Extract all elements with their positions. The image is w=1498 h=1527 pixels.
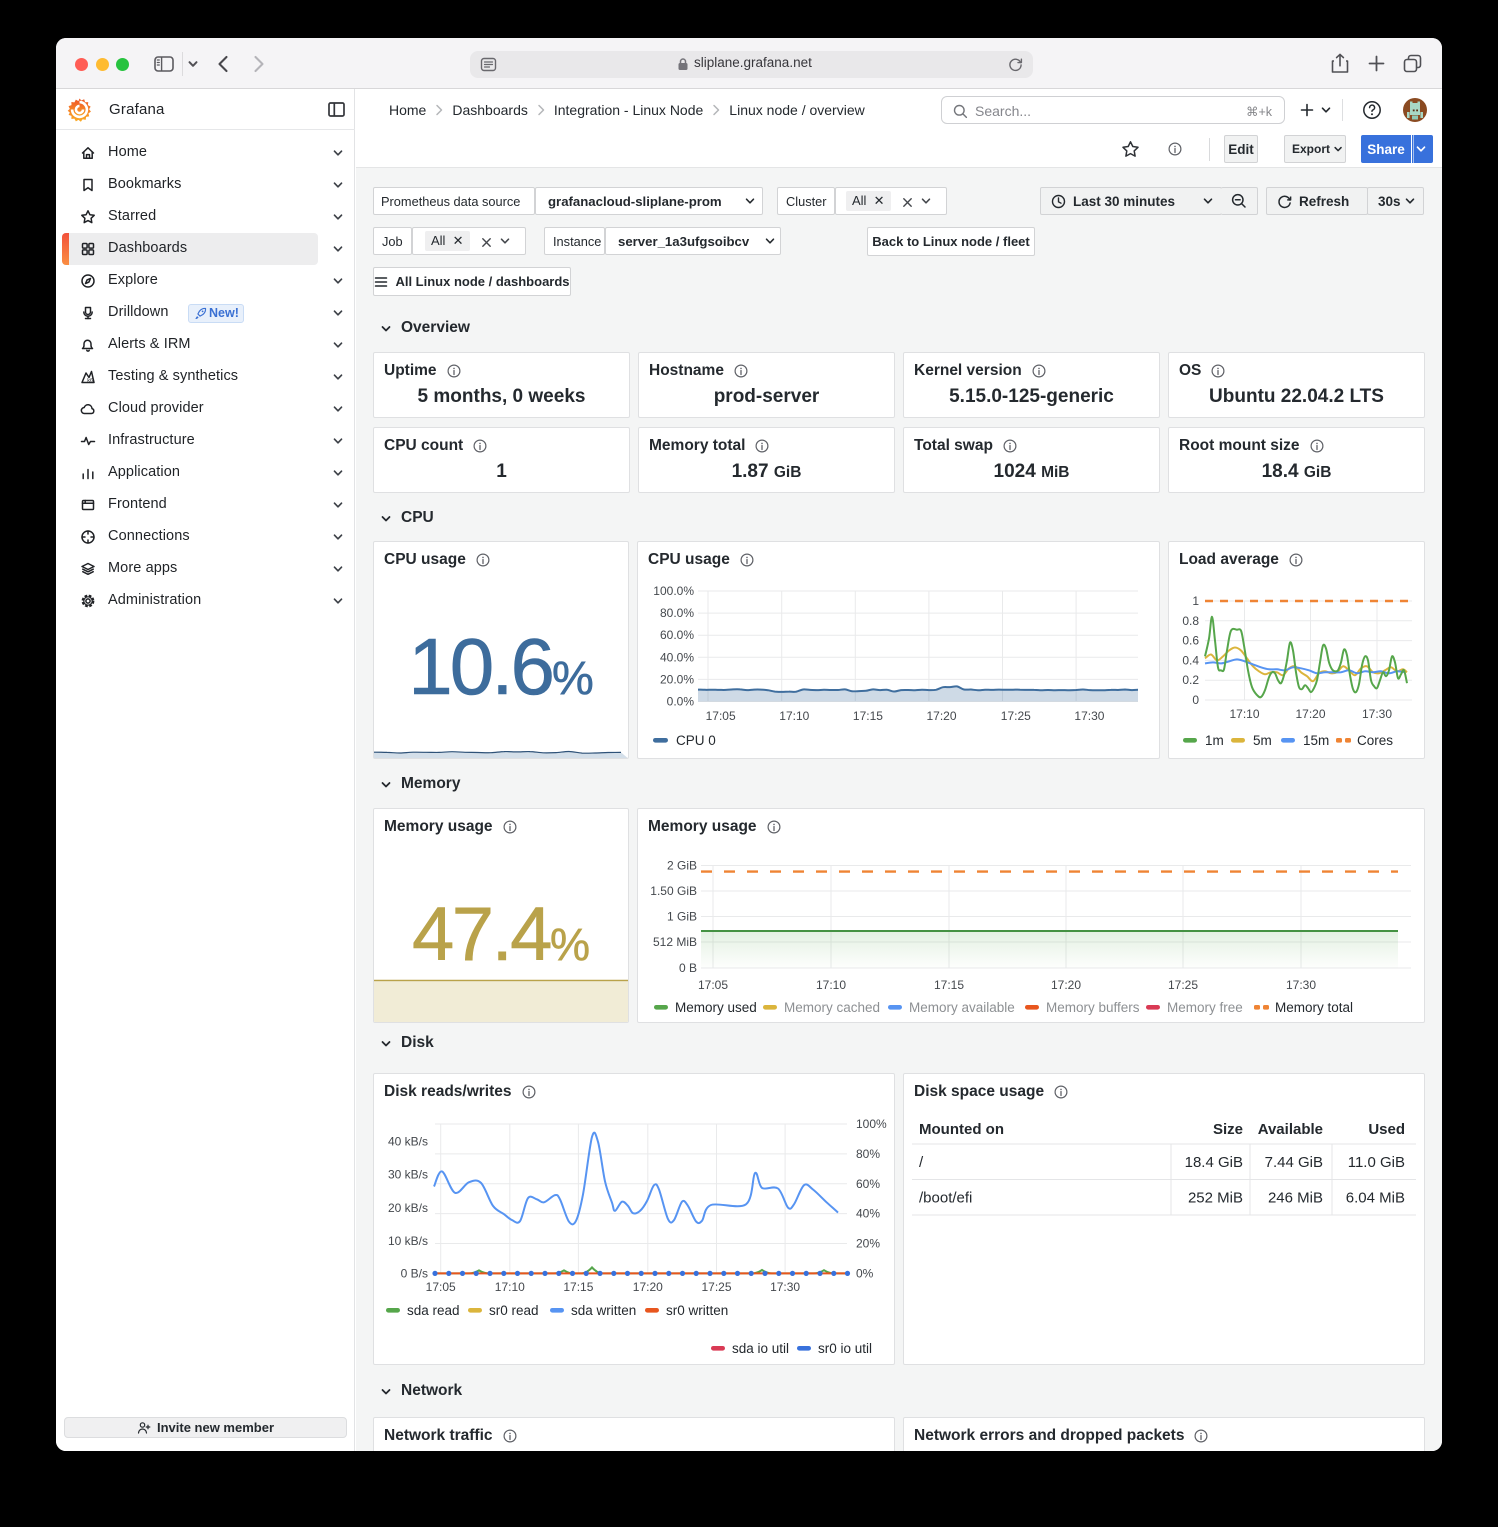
svg-text:1: 1 (1192, 594, 1199, 608)
svg-text:CPU 0: CPU 0 (676, 733, 716, 748)
svg-text:Memory used: Memory used (675, 1000, 757, 1015)
svg-text:40 kB/s: 40 kB/s (388, 1135, 428, 1149)
svg-text:17:30: 17:30 (1074, 709, 1104, 723)
svg-text:0.6: 0.6 (1182, 634, 1199, 648)
svg-text:20 kB/s: 20 kB/s (388, 1201, 428, 1215)
svg-text:17:15: 17:15 (934, 978, 964, 992)
svg-text:0%: 0% (856, 1266, 874, 1280)
svg-text:5m: 5m (1253, 733, 1272, 748)
svg-text:Memory free: Memory free (1167, 1000, 1243, 1015)
svg-text:Memory cached: Memory cached (784, 1000, 880, 1015)
svg-text:0.2: 0.2 (1182, 673, 1199, 687)
svg-text:Memory total: Memory total (1275, 1000, 1353, 1015)
svg-text:7.44 GiB: 7.44 GiB (1265, 1154, 1323, 1171)
svg-text:18.4 GiB: 18.4 GiB (1185, 1154, 1243, 1171)
svg-text:60.0%: 60.0% (660, 628, 694, 642)
svg-text:17:25: 17:25 (1168, 978, 1198, 992)
svg-text:/: / (919, 1154, 924, 1171)
svg-text:17:20: 17:20 (633, 1280, 663, 1294)
svg-text:sr0 written: sr0 written (666, 1303, 728, 1318)
svg-text:Size: Size (1213, 1121, 1243, 1138)
svg-text:17:05: 17:05 (426, 1280, 456, 1294)
svg-text:1m: 1m (1205, 733, 1224, 748)
svg-text:17:30: 17:30 (1362, 707, 1392, 721)
svg-text:6.04 MiB: 6.04 MiB (1346, 1190, 1405, 1207)
svg-text:252 MiB: 252 MiB (1188, 1190, 1243, 1207)
svg-text:17:05: 17:05 (698, 978, 728, 992)
svg-text:100.0%: 100.0% (653, 584, 694, 598)
svg-text:17:25: 17:25 (701, 1280, 731, 1294)
svg-text:11.0 GiB: 11.0 GiB (1348, 1154, 1405, 1171)
svg-text:17:20: 17:20 (927, 709, 957, 723)
svg-text:17:05: 17:05 (706, 709, 736, 723)
svg-text:17:15: 17:15 (853, 709, 883, 723)
svg-text:Memory available: Memory available (909, 1000, 1015, 1015)
svg-text:512 MiB: 512 MiB (653, 935, 697, 949)
svg-text:100%: 100% (856, 1117, 887, 1131)
svg-text:30 kB/s: 30 kB/s (388, 1168, 428, 1182)
svg-text:/boot/efi: /boot/efi (919, 1190, 972, 1207)
svg-text:sda written: sda written (571, 1303, 636, 1318)
svg-text:246 MiB: 246 MiB (1268, 1190, 1323, 1207)
svg-text:Mounted on: Mounted on (919, 1121, 1004, 1138)
svg-text:k6: k6 (87, 378, 93, 384)
svg-text:Used: Used (1368, 1121, 1405, 1138)
svg-text:sr0 read: sr0 read (489, 1303, 539, 1318)
svg-text:sda io util: sda io util (732, 1341, 789, 1356)
svg-text:15m: 15m (1303, 733, 1329, 748)
svg-text:80.0%: 80.0% (660, 606, 694, 620)
svg-text:17:20: 17:20 (1295, 707, 1325, 721)
svg-text:80%: 80% (856, 1147, 880, 1161)
svg-text:0: 0 (1192, 693, 1199, 707)
svg-text:17:30: 17:30 (1286, 978, 1316, 992)
svg-text:20%: 20% (856, 1237, 880, 1251)
svg-text:20.0%: 20.0% (660, 672, 694, 686)
svg-text:1 GiB: 1 GiB (667, 910, 697, 924)
svg-text:0 B/s: 0 B/s (401, 1266, 428, 1280)
svg-text:17:30: 17:30 (770, 1280, 800, 1294)
svg-text:60%: 60% (856, 1177, 880, 1191)
svg-text:Cores: Cores (1357, 733, 1393, 748)
svg-text:0.8: 0.8 (1182, 614, 1199, 628)
svg-text:40.0%: 40.0% (660, 650, 694, 664)
svg-text:17:20: 17:20 (1051, 978, 1081, 992)
svg-text:17:25: 17:25 (1001, 709, 1031, 723)
svg-text:Memory buffers: Memory buffers (1046, 1000, 1140, 1015)
svg-text:17:15: 17:15 (563, 1280, 593, 1294)
svg-text:0 B: 0 B (679, 961, 697, 975)
svg-text:0.0%: 0.0% (667, 695, 695, 709)
svg-text:0.4: 0.4 (1182, 653, 1199, 667)
svg-text:sda read: sda read (407, 1303, 460, 1318)
svg-text:2 GiB: 2 GiB (667, 859, 697, 873)
svg-text:17:10: 17:10 (1229, 707, 1259, 721)
svg-text:17:10: 17:10 (495, 1280, 525, 1294)
svg-text:sr0 io util: sr0 io util (818, 1341, 872, 1356)
svg-text:40%: 40% (856, 1207, 880, 1221)
svg-text:Available: Available (1258, 1121, 1323, 1138)
svg-text:17:10: 17:10 (779, 709, 809, 723)
svg-text:10 kB/s: 10 kB/s (388, 1234, 428, 1248)
svg-text:17:10: 17:10 (816, 978, 846, 992)
svg-text:1.50 GiB: 1.50 GiB (650, 884, 697, 898)
